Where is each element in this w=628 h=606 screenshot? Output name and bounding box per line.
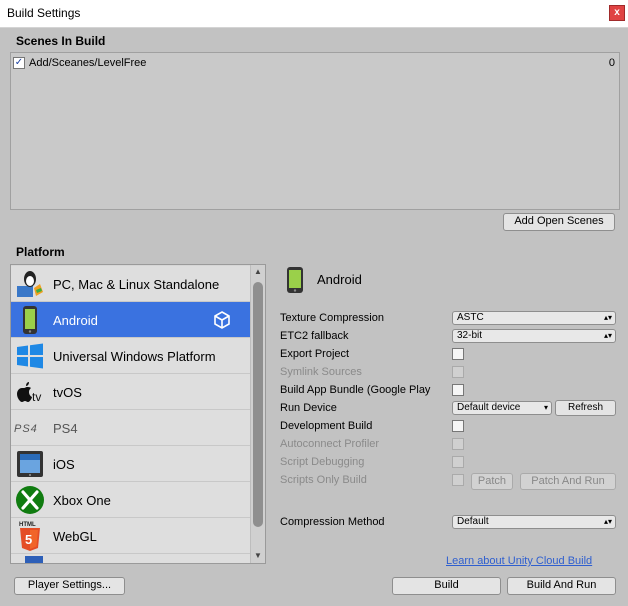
apple-tv-icon: tv [17,382,41,404]
development-build-label: Development Build [280,420,373,432]
platform-label: Universal Windows Platform [53,349,216,364]
scrollbar-thumb[interactable] [253,282,263,527]
development-build-checkbox[interactable] [452,420,464,432]
symlink-sources-checkbox[interactable] [452,366,464,378]
build-app-bundle-label: Build App Bundle (Google Play [280,384,431,396]
android-icon [23,306,37,334]
script-debugging-label: Script Debugging [280,456,365,468]
platform-item-partial[interactable] [11,554,251,563]
dropdown-arrow-icon: ▴▾ [603,517,612,526]
svg-text:HTML: HTML [19,522,36,528]
run-device-dropdown[interactable]: Default device ▾ [452,401,552,415]
platform-label: Android [53,313,98,328]
platform-label: WebGL [53,529,97,544]
texture-compression-dropdown[interactable]: ASTC ▴▾ [452,311,616,325]
svg-text:tv: tv [32,390,41,404]
platform-label: iOS [53,457,75,472]
scenes-heading: Scenes In Build [16,34,106,48]
patch-button[interactable]: Patch [471,473,513,490]
title-bar: Build Settings x [0,0,628,28]
close-button[interactable]: x [609,5,625,21]
etc2-fallback-dropdown[interactable]: 32-bit ▴▾ [452,329,616,343]
scripts-only-build-checkbox[interactable] [452,474,464,486]
platform-label: PC, Mac & Linux Standalone [53,277,220,292]
platform-item-android[interactable]: Android [11,302,251,338]
compression-method-value: Default [457,516,489,527]
autoconnect-profiler-checkbox[interactable] [452,438,464,450]
pc-mac-linux-icon [17,271,43,297]
platform-item-ios[interactable]: iOS [11,446,251,482]
platform-item-tvos[interactable]: tv tvOS [11,374,251,410]
scene-name: Add/Sceanes/LevelFree [29,57,147,69]
platform-item-uwp[interactable]: Universal Windows Platform [11,338,251,374]
run-device-label: Run Device [280,402,337,414]
platform-item-xbox[interactable]: Xbox One [11,482,251,518]
scenes-list[interactable]: ✓ Add/Sceanes/LevelFree 0 [10,52,620,210]
platform-item-ps4[interactable]: PS4 PS4 [11,410,251,446]
platform-heading: Platform [16,245,65,259]
platform-label: tvOS [53,385,82,400]
symlink-sources-label: Symlink Sources [280,366,362,378]
refresh-button[interactable]: Refresh [555,400,616,416]
export-project-checkbox[interactable] [452,348,464,360]
etc2-fallback-label: ETC2 fallback [280,330,349,342]
ps4-icon: PS4 [14,423,38,435]
build-and-run-button[interactable]: Build And Run [507,577,616,595]
scene-index: 0 [608,57,615,69]
scene-row[interactable]: ✓ Add/Sceanes/LevelFree 0 [13,56,615,72]
export-project-label: Export Project [280,348,350,360]
android-icon [287,267,303,293]
texture-compression-label: Texture Compression [280,312,384,324]
platform-label: PS4 [53,421,78,436]
platform-list[interactable]: PC, Mac & Linux Standalone Android Unive… [10,264,266,564]
scroll-down-arrow-icon[interactable]: ▼ [251,549,265,563]
etc2-fallback-value: 32-bit [457,330,483,341]
autoconnect-profiler-label: Autoconnect Profiler [280,438,380,450]
script-debugging-checkbox[interactable] [452,456,464,468]
compression-method-label: Compression Method [280,516,385,528]
platform-item-webgl[interactable]: HTML 5 WebGL [11,518,251,554]
scroll-up-arrow-icon[interactable]: ▲ [251,265,265,279]
platform-item-standalone[interactable]: PC, Mac & Linux Standalone [11,266,251,302]
add-open-scenes-button[interactable]: Add Open Scenes [503,213,615,231]
svg-text:PS4: PS4 [14,423,38,435]
partial-platform-icon [25,556,43,563]
dropdown-arrow-icon: ▴▾ [603,331,612,340]
unity-cloud-build-link[interactable]: Learn about Unity Cloud Build [446,555,592,567]
scene-checkbox[interactable]: ✓ [13,57,25,69]
platform-scrollbar[interactable]: ▲ ▼ [250,265,265,563]
ios-icon [17,451,43,477]
dropdown-arrow-icon: ▴▾ [603,313,612,322]
run-device-value: Default device [457,402,521,413]
build-app-bundle-checkbox[interactable] [452,384,464,396]
xbox-icon [16,486,44,514]
compression-method-dropdown[interactable]: Default ▴▾ [452,515,616,529]
build-button[interactable]: Build [392,577,501,595]
unity-logo-icon [214,311,230,329]
texture-compression-value: ASTC [457,312,484,323]
scripts-only-build-label: Scripts Only Build [280,474,367,486]
svg-text:5: 5 [25,532,32,547]
platform-settings-title: Android [317,272,362,287]
html5-icon: HTML 5 [19,522,40,551]
window-title: Build Settings [7,6,81,20]
dropdown-arrow-icon: ▾ [543,403,548,412]
platform-label: Xbox One [53,493,111,508]
windows-icon [17,343,43,369]
player-settings-button[interactable]: Player Settings... [14,577,125,595]
patch-and-run-button[interactable]: Patch And Run [520,473,616,490]
